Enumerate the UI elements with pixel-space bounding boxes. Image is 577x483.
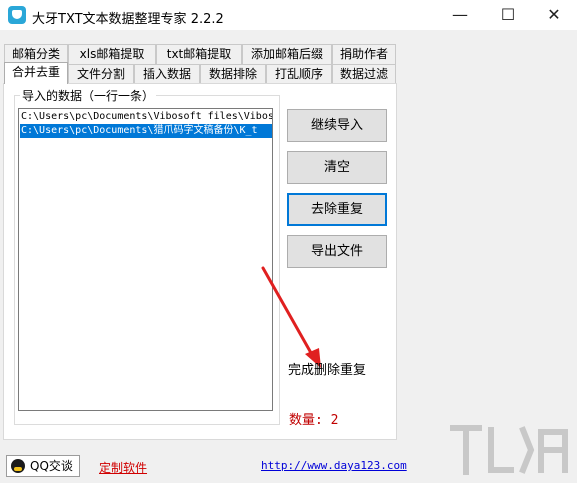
- window-title: 大牙TXT文本数据整理专家 2.2.2: [32, 12, 224, 27]
- status-text: 完成删除重复: [288, 363, 367, 378]
- maximize-button[interactable]: ☐: [485, 0, 531, 30]
- continue-import-button[interactable]: 继续导入: [287, 109, 387, 142]
- website-link[interactable]: http://www.daya123.com: [261, 459, 407, 472]
- red-arrow-annotation: [261, 266, 321, 368]
- custom-software-link[interactable]: 定制软件: [99, 459, 147, 476]
- app-window: 大牙TXT文本数据整理专家 2.2.2 — ☐ ✕ 邮箱分类 xls邮箱提取 t…: [0, 0, 577, 483]
- qq-chat-button[interactable]: QQ交谈: [6, 455, 80, 477]
- import-group-label: 导入的数据（一行一条）: [20, 87, 157, 104]
- tab-strip: 邮箱分类 xls邮箱提取 txt邮箱提取 添加邮箱后缀 捐助作者 合并去重 文件…: [0, 44, 400, 84]
- tab-data-filter[interactable]: 数据过滤: [332, 64, 396, 84]
- tab-xls-mail-extract[interactable]: xls邮箱提取: [68, 44, 156, 64]
- remove-duplicates-button[interactable]: 去除重复: [287, 193, 387, 226]
- tab-txt-mail-extract[interactable]: txt邮箱提取: [156, 44, 242, 64]
- qq-penguin-icon: [11, 459, 25, 473]
- title-bar: 大牙TXT文本数据整理专家 2.2.2 — ☐ ✕: [0, 0, 577, 30]
- clear-button[interactable]: 清空: [287, 151, 387, 184]
- watermark-logo: [450, 425, 568, 475]
- minimize-button[interactable]: —: [437, 0, 483, 30]
- list-item-selected[interactable]: C:\Users\pc\Documents\猎爪码字文稿备份\K_t: [20, 124, 272, 138]
- count-label: 数量: 2: [289, 413, 339, 428]
- app-logo-icon: [8, 6, 26, 24]
- list-item[interactable]: C:\Users\pc\Documents\Vibosoft files\Vib…: [20, 110, 272, 124]
- tab-merge-dedupe[interactable]: 合并去重: [4, 62, 68, 84]
- tab-donate[interactable]: 捐助作者: [332, 44, 396, 64]
- tab-mail-classify[interactable]: 邮箱分类: [4, 44, 68, 64]
- tab-exclude-data[interactable]: 数据排除: [200, 64, 266, 84]
- tab-add-mail-suffix[interactable]: 添加邮箱后缀: [242, 44, 332, 64]
- imported-files-list[interactable]: C:\Users\pc\Documents\Vibosoft files\Vib…: [18, 108, 273, 411]
- qq-chat-label: QQ交谈: [30, 459, 73, 473]
- tab-file-split[interactable]: 文件分割: [68, 64, 134, 84]
- close-button[interactable]: ✕: [531, 0, 577, 30]
- tab-shuffle[interactable]: 打乱顺序: [266, 64, 332, 84]
- tab-insert-data[interactable]: 插入数据: [134, 64, 200, 84]
